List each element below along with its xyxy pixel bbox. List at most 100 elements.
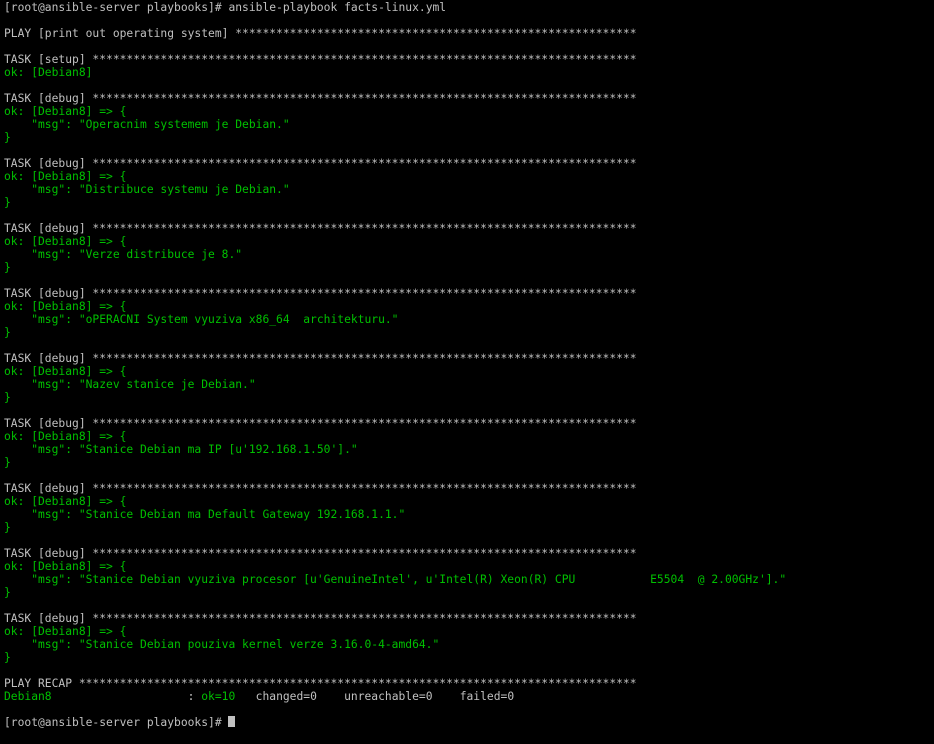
output-line: } [4,521,934,534]
output-text: ok: [Debian8] => { [4,560,127,573]
output-line: "msg": "Operacnim systemem je Debian." [4,118,934,131]
header-text: TASK [setup] ***************************… [4,53,637,66]
header-text: TASK [debug] ***************************… [4,222,637,235]
output-line: "msg": "oPERACNI System vyuziva x86_64 a… [4,313,934,326]
output-text: ok: [Debian8] => { [4,625,127,638]
output-text: ok: [Debian8] [4,66,93,79]
header-line: TASK [debug] ***************************… [4,352,934,365]
output-line: ok: [Debian8] => { [4,560,934,573]
output-line: ok: [Debian8] => { [4,495,934,508]
output-line: "msg": "Stanice Debian ma Default Gatewa… [4,508,934,521]
output-line: } [4,391,934,404]
output-text: ok: [Debian8] => { [4,235,127,248]
output-text: } [4,456,11,469]
output-line: "msg": "Verze distribuce je 8." [4,248,934,261]
output-text: "msg": "Operacnim systemem je Debian." [4,118,290,131]
header-line: TASK [debug] ***************************… [4,92,934,105]
output-line: ok: [Debian8] => { [4,625,934,638]
header-line: TASK [debug] ***************************… [4,482,934,495]
output-line: } [4,586,934,599]
output-line: ok: [Debian8] => { [4,430,934,443]
header-text: TASK [debug] ***************************… [4,547,637,560]
recap-host: Debian8 [4,690,52,703]
recap-ok-count: ok=10 [201,690,236,703]
recap-line: Debian8 : ok=10 changed=0 unreachable=0 … [4,690,934,703]
shell-prompt: [root@ansible-server playbooks]# [4,716,229,729]
output-text: "msg": "Stanice Debian ma IP [u'192.168.… [4,443,358,456]
header-text: TASK [debug] ***************************… [4,287,637,300]
output-text: } [4,521,11,534]
output-text: ok: [Debian8] => { [4,105,127,118]
header-text: PLAY [print out operating system] ******… [4,27,637,40]
output-text: } [4,651,11,664]
output-text: "msg": "Stanice Debian pouziva kernel ve… [4,638,440,651]
output-line: "msg": "Stanice Debian pouziva kernel ve… [4,638,934,651]
output-text: "msg": "Stanice Debian ma Default Gatewa… [4,508,406,521]
output-line: ok: [Debian8] [4,66,934,79]
output-text: ok: [Debian8] => { [4,495,127,508]
output-line: } [4,456,934,469]
header-text: TASK [debug] ***************************… [4,417,637,430]
output-text: } [4,196,11,209]
output-text: "msg": "Stanice Debian vyuziva procesor … [4,573,787,586]
output-line: } [4,651,934,664]
output-line: "msg": "Stanice Debian ma IP [u'192.168.… [4,443,934,456]
header-line: TASK [setup] ***************************… [4,53,934,66]
output-line: ok: [Debian8] => { [4,235,934,248]
recap-separator: : [51,690,202,703]
header-text: TASK [debug] ***************************… [4,482,637,495]
header-line: TASK [debug] ***************************… [4,222,934,235]
header-line: TASK [debug] ***************************… [4,612,934,625]
output-text: } [4,326,11,339]
output-line: } [4,131,934,144]
output-text: ok: [Debian8] => { [4,170,127,183]
header-line: TASK [debug] ***************************… [4,417,934,430]
output-text: ok: [Debian8] => { [4,430,127,443]
header-line: PLAY [print out operating system] ******… [4,27,934,40]
output-line: ok: [Debian8] => { [4,170,934,183]
output-text: } [4,586,11,599]
header-text: TASK [debug] ***************************… [4,352,637,365]
output-line: ok: [Debian8] => { [4,300,934,313]
header-text: PLAY RECAP *****************************… [4,677,637,690]
output-text: } [4,131,11,144]
output-line: "msg": "Nazev stanice je Debian." [4,378,934,391]
cursor-block [228,716,236,727]
output-text: ok: [Debian8] => { [4,300,127,313]
output-line: "msg": "Stanice Debian vyuziva procesor … [4,573,934,586]
output-text: "msg": "Verze distribuce je 8." [4,248,243,261]
output-line: ok: [Debian8] => { [4,365,934,378]
header-line: TASK [debug] ***************************… [4,547,934,560]
header-line: PLAY RECAP *****************************… [4,677,934,690]
command-line: [root@ansible-server playbooks]# ansible… [4,1,934,14]
recap-stats: changed=0 unreachable=0 failed=0 [235,690,515,703]
output-line: ok: [Debian8] => { [4,105,934,118]
header-text: TASK [debug] ***************************… [4,612,637,625]
output-line: "msg": "Distribuce systemu je Debian." [4,183,934,196]
header-line: TASK [debug] ***************************… [4,157,934,170]
prompt-line[interactable]: [root@ansible-server playbooks]# [4,716,934,729]
output-line: } [4,261,934,274]
terminal-window[interactable]: [root@ansible-server playbooks]# ansible… [0,0,934,744]
output-line: } [4,196,934,209]
output-line: } [4,326,934,339]
command-text: ansible-playbook facts-linux.yml [228,1,447,14]
shell-prompt: [root@ansible-server playbooks]# [4,1,229,14]
header-text: TASK [debug] ***************************… [4,157,637,170]
header-text: TASK [debug] ***************************… [4,92,637,105]
output-text: } [4,261,11,274]
output-text: ok: [Debian8] => { [4,365,127,378]
output-text: "msg": "oPERACNI System vyuziva x86_64 a… [4,313,399,326]
output-text: "msg": "Distribuce systemu je Debian." [4,183,290,196]
